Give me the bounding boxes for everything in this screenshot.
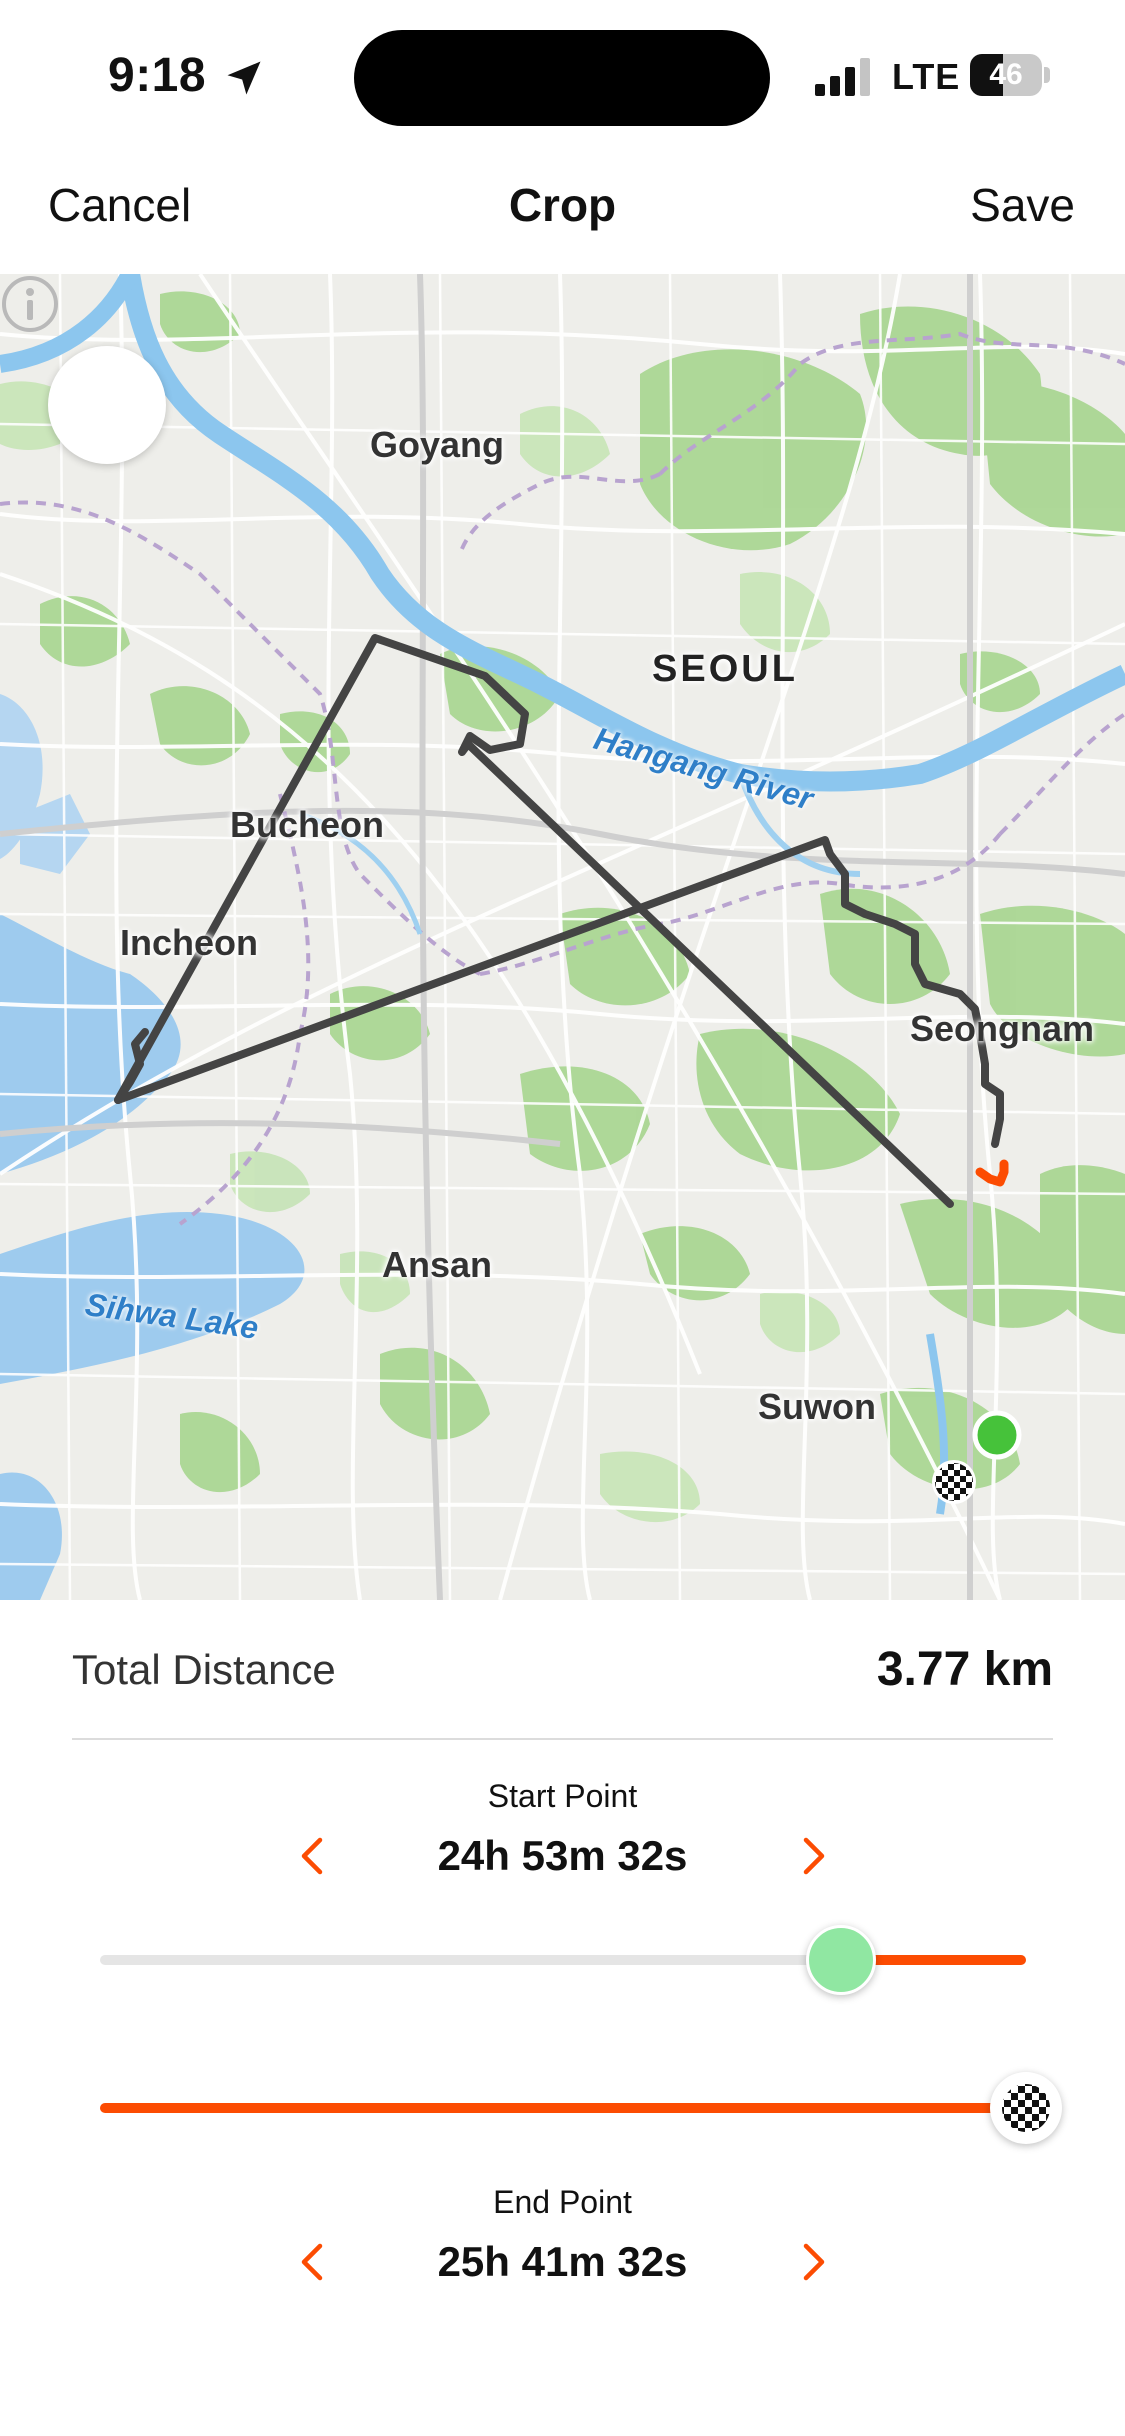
navigation-bar: Cancel Crop Save — [0, 150, 1125, 274]
map-label-suwon: Suwon — [758, 1386, 876, 1427]
map-label-seoul: SEOUL — [652, 648, 798, 690]
end-point-label: End Point — [493, 2184, 632, 2220]
battery-icon: 46 — [970, 54, 1050, 96]
map-location-button[interactable] — [48, 346, 166, 464]
battery-level: 46 — [989, 58, 1023, 91]
save-button[interactable]: Save — [970, 178, 1075, 232]
crop-panel: Total Distance 3.77 km Start Point 24h 5… — [0, 1600, 1125, 2436]
status-time: 9:18 — [108, 49, 207, 102]
status-bar: 9:18 LTE 46 — [0, 0, 1125, 150]
cellular-signal-icon — [815, 56, 873, 96]
map-label-seongnam: Seongnam — [910, 1008, 1095, 1049]
map-label-bucheon: Bucheon — [230, 804, 385, 845]
start-point-label: Start Point — [487, 1778, 638, 1814]
map-label-goyang: Goyang — [370, 424, 505, 465]
end-point-prev-chevron-icon[interactable] — [288, 2234, 336, 2290]
checkered-flag-icon — [1002, 2084, 1050, 2132]
checkered-flag-icon — [932, 1460, 976, 1504]
cancel-button[interactable]: Cancel — [48, 178, 191, 232]
total-distance-value: 3.77 km — [876, 1643, 1053, 1696]
start-marker-icon — [972, 1410, 1022, 1460]
network-type: LTE — [892, 56, 961, 97]
end-slider-fill — [100, 2103, 1026, 2113]
end-slider-knob[interactable] — [990, 2072, 1062, 2144]
start-point-prev-chevron-icon[interactable] — [288, 1828, 336, 1884]
map-label-ansan: Ansan — [382, 1244, 493, 1285]
total-distance-label: Total Distance — [72, 1646, 336, 1693]
end-point-slider[interactable] — [0, 2068, 1125, 2148]
start-point-slider[interactable] — [0, 1920, 1125, 2000]
info-icon[interactable] — [0, 274, 60, 334]
dynamic-island — [354, 30, 770, 126]
divider — [72, 1738, 1053, 1740]
route-map[interactable]: Goyang SEOUL Hangang River Bucheon Inche… — [0, 274, 1125, 1600]
start-point-next-chevron-icon[interactable] — [790, 1828, 838, 1884]
end-point-next-chevron-icon[interactable] — [790, 2234, 838, 2290]
location-arrow-icon — [227, 61, 261, 95]
end-point-value: 25h 41m 32s — [437, 2238, 688, 2285]
start-point-value: 24h 53m 32s — [437, 1832, 688, 1879]
start-slider-knob[interactable] — [805, 1925, 876, 1995]
map-label-incheon: Incheon — [120, 922, 259, 963]
